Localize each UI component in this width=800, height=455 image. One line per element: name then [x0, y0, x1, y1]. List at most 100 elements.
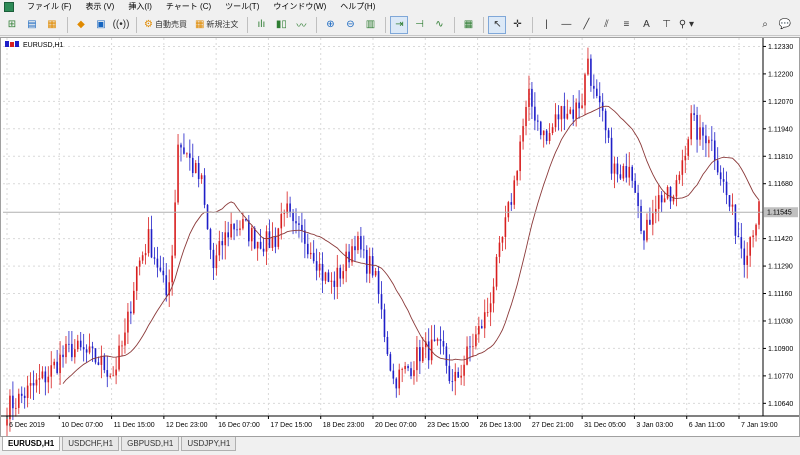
- candle-body: [360, 236, 362, 250]
- chat-icon[interactable]: 💬: [776, 16, 794, 34]
- candle-body: [595, 88, 598, 96]
- tab-usdjpy[interactable]: USDJPY,H1: [181, 437, 237, 451]
- candle-body: [280, 213, 283, 229]
- candle-body: [357, 236, 359, 251]
- candle-body: [15, 407, 17, 409]
- menu-view[interactable]: 表示 (V): [78, 0, 121, 14]
- auto-scroll-icon[interactable]: ⇥: [390, 15, 409, 34]
- candle-body: [342, 271, 344, 279]
- profiles-icon[interactable]: ▤: [23, 16, 41, 34]
- toolbar-right: ⌕ 💬: [756, 16, 800, 34]
- menu-file[interactable]: ファイル (F): [20, 0, 78, 14]
- candle-body: [569, 109, 572, 114]
- candle-body: [147, 229, 150, 254]
- candle-body: [109, 375, 112, 377]
- new-chart-icon[interactable]: ⊞: [3, 16, 21, 34]
- indicators-icon[interactable]: ∿: [430, 16, 448, 34]
- equidistant-channel-icon[interactable]: ⫽: [597, 16, 615, 34]
- candlestick-icon[interactable]: ▮▯: [272, 16, 290, 34]
- candle-body: [186, 153, 188, 155]
- candle-body: [309, 252, 312, 255]
- fibonacci-icon[interactable]: ≡: [617, 16, 635, 34]
- toolbar-separator: [454, 16, 456, 33]
- candle-body: [171, 255, 173, 283]
- crosshair-icon[interactable]: ✛: [508, 16, 526, 34]
- search-icon[interactable]: ⌕: [756, 16, 774, 34]
- candle-body: [522, 126, 524, 142]
- text-label-icon[interactable]: ⊤: [657, 16, 675, 34]
- horizontal-line-icon[interactable]: —: [557, 16, 575, 34]
- menu-tools[interactable]: ツール(T): [218, 0, 266, 14]
- navigator-icon[interactable]: ◆: [72, 16, 90, 34]
- candle-body: [713, 140, 716, 161]
- candles: [6, 47, 760, 436]
- candle-body: [274, 236, 277, 247]
- app-icon[interactable]: [4, 2, 14, 12]
- candle-body: [433, 339, 436, 342]
- zoom-in-icon[interactable]: ⊕: [321, 16, 339, 34]
- candle-body: [531, 88, 533, 107]
- price-chart[interactable]: 1.11545 EURUSD,H1 1.12330 1.12200 1.12070 1.…: [1, 38, 799, 436]
- candle-body: [236, 229, 238, 231]
- x-tick-label: 7 Jan 19:00: [741, 422, 778, 429]
- text-tool-icon[interactable]: A: [637, 16, 655, 34]
- candle-body: [26, 385, 29, 399]
- candle-body: [501, 236, 504, 243]
- chart-shift-icon[interactable]: ⊣: [410, 16, 428, 34]
- candle-body: [519, 141, 521, 172]
- candle-body: [321, 264, 324, 281]
- new-order-icon: ▦: [194, 19, 205, 30]
- candle-body: [572, 109, 575, 119]
- auto-trading-button[interactable]: ⚙ 自動売買: [141, 16, 190, 34]
- vertical-line-icon[interactable]: |: [537, 16, 555, 34]
- line-chart-icon[interactable]: 〰: [292, 16, 310, 34]
- chart-window[interactable]: 1.11545 EURUSD,H1 1.12330 1.12200 1.12070 1.…: [0, 37, 800, 437]
- x-tick-label: 18 Dec 23:00: [323, 422, 365, 429]
- tile-windows-icon[interactable]: ▥: [361, 16, 379, 34]
- candle-body: [537, 120, 539, 122]
- symbol-icon: [5, 41, 19, 47]
- tab-eurusd[interactable]: EURUSD,H1: [2, 437, 61, 451]
- y-tick-label: 1.10770: [768, 373, 793, 380]
- menu-insert[interactable]: 挿入(I): [121, 0, 159, 14]
- bar-chart-icon[interactable]: ılı: [252, 16, 270, 34]
- candle-body: [575, 102, 577, 119]
- new-order-button[interactable]: ▦ 新規注文: [192, 16, 241, 34]
- candle-body: [20, 393, 23, 396]
- candle-body: [289, 203, 291, 213]
- menu-help[interactable]: ヘルプ(H): [333, 0, 382, 14]
- menu-chart[interactable]: チャート (C): [159, 0, 218, 14]
- candle-body: [731, 204, 734, 207]
- candle-body: [17, 393, 20, 408]
- candle-body: [68, 343, 70, 345]
- y-tick-label: 1.11940: [768, 126, 793, 133]
- candle-body: [504, 217, 507, 237]
- trendline-icon[interactable]: ╱: [577, 16, 595, 34]
- candle-body: [377, 271, 380, 295]
- cursor-icon[interactable]: ↖: [488, 15, 507, 34]
- candle-body: [203, 175, 206, 205]
- candle-body: [640, 206, 642, 232]
- candle-body: [209, 229, 212, 250]
- chart-grid: [3, 38, 763, 416]
- candle-body: [230, 223, 232, 238]
- candle-body: [581, 105, 583, 109]
- x-tick-label: 23 Dec 15:00: [427, 422, 469, 429]
- candle-body: [339, 267, 342, 279]
- signals-icon[interactable]: ((•)): [112, 16, 130, 34]
- candle-body: [94, 348, 97, 363]
- terminal-icon[interactable]: ▣: [92, 16, 110, 34]
- tab-gbpusd[interactable]: GBPUSD,H1: [121, 437, 180, 451]
- period-icon[interactable]: ▦: [459, 16, 477, 34]
- candle-body: [663, 198, 666, 203]
- candle-body: [566, 113, 569, 119]
- menu-window[interactable]: ウインドウ(W): [266, 0, 333, 14]
- candle-body: [495, 256, 498, 287]
- candle-body: [755, 224, 757, 236]
- market-watch-icon[interactable]: ▦: [43, 16, 61, 34]
- tab-usdchf[interactable]: USDCHF,H1: [62, 437, 120, 451]
- candle-body: [227, 232, 229, 238]
- shapes-dropdown-icon[interactable]: ⚲ ▾: [677, 16, 695, 34]
- zoom-out-icon[interactable]: ⊖: [341, 16, 359, 34]
- candle-body: [716, 160, 719, 173]
